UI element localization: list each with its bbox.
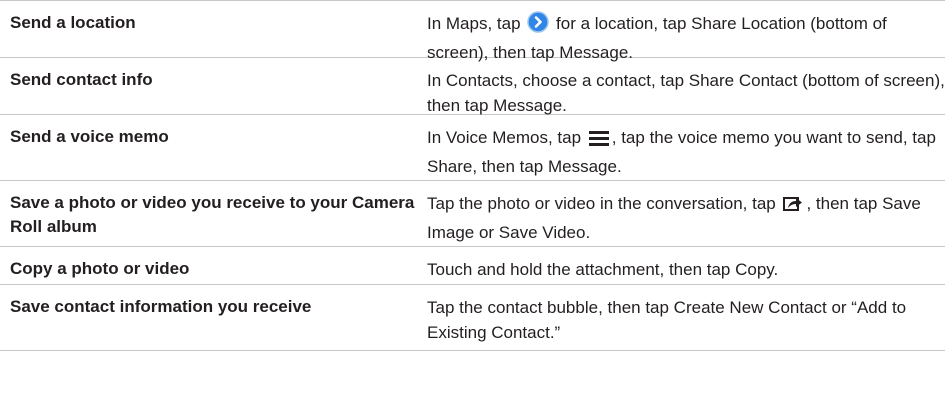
action-label: Send contact info [10,70,153,89]
action-instruction: In Contacts, choose a contact, tap Share… [427,71,945,115]
table-row: Send a location In Maps, tap for a locat… [0,1,945,62]
share-icon [782,193,804,220]
action-instruction: In Voice Memos, tap , tap the voice memo… [427,128,936,176]
table-row: Copy a photo or video Touch and hold the… [0,247,945,285]
table-row: Send a voice memo In Voice Memos, tap , … [0,115,945,181]
table-row: Send contact info In Contacts, choose a … [0,58,945,115]
tips-table: Send a location In Maps, tap for a locat… [0,0,945,351]
action-label: Copy a photo or video [10,259,190,278]
action-label: Save a photo or video you receive to you… [10,193,415,236]
action-instruction: Touch and hold the attachment, then tap … [427,260,779,279]
action-label: Send a voice memo [10,127,169,146]
action-label: Save contact information you receive [10,297,312,316]
action-instruction: In Maps, tap for a location, tap Share L… [427,1,945,62]
table-row: Save a photo or video you receive to you… [0,181,945,247]
table-row: Save contact information you receive Tap… [0,285,945,351]
disclosure-arrow-icon [527,11,550,40]
action-instruction: Tap the photo or video in the conversati… [427,193,921,242]
list-icon [588,129,610,154]
action-instruction: Tap the contact bubble, then tap Create … [427,298,907,342]
action-label: Send a location [10,13,136,32]
